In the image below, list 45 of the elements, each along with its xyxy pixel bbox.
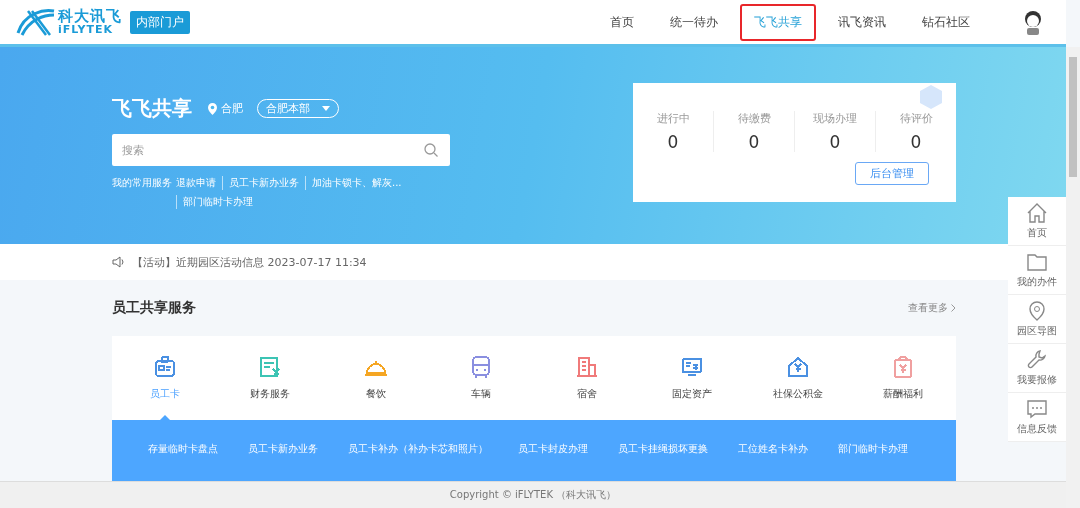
city-label: 合肥 [221, 101, 243, 116]
location-pin-icon [208, 102, 217, 115]
stat-label: 现场办理 [813, 111, 857, 126]
logo-text: iFLYTEK [58, 24, 114, 35]
nav-tab[interactable]: 钻石社区 [908, 3, 984, 41]
stat-value: 0 [829, 132, 841, 152]
home-icon [1026, 202, 1048, 224]
scrollbar-thumb[interactable] [1069, 57, 1077, 177]
notice-text[interactable]: 【活动】近期园区活动信息 2023-07-17 11:34 [132, 254, 367, 270]
section-title: 员工共享服务 [112, 299, 196, 317]
chevron-icon [951, 304, 956, 312]
stat-value: 0 [667, 132, 679, 152]
category-tab[interactable]: 薪酬福利 [850, 336, 956, 420]
search-icon [424, 143, 438, 157]
page-title: 飞飞共享 [112, 95, 192, 122]
stat-label: 进行中 [656, 111, 690, 126]
nav-tab[interactable]: 讯飞资讯 [824, 3, 900, 41]
category-tab[interactable]: 宿舍 [534, 336, 640, 420]
portal-badge: 内部门户 [130, 10, 190, 34]
chat-icon [1026, 398, 1048, 420]
folder-icon [1026, 251, 1048, 273]
caret-icon [322, 106, 330, 111]
stat-value: 0 [910, 132, 922, 152]
copyright-text: Copyright © iFLYTEK （科大讯飞） [449, 488, 617, 502]
category-tab[interactable]: 社保公积金 [745, 336, 851, 420]
scrollbar[interactable] [1066, 47, 1080, 508]
logo-text: 科大讯飞 [58, 9, 122, 24]
category-tab[interactable]: 车辆 [428, 336, 534, 420]
stat-label: 待评价 [899, 111, 933, 126]
admin-button[interactable]: 后台管理 [855, 162, 929, 185]
speaker-icon [112, 256, 126, 268]
more-link[interactable]: 查看更多 [908, 301, 956, 315]
location-pin-icon [1026, 300, 1048, 322]
logo-icon [14, 7, 56, 37]
category-tab[interactable]: 固定资产 [639, 336, 745, 420]
stat-value: 0 [748, 132, 760, 152]
category-tab[interactable]: 餐饮 [323, 336, 429, 420]
search-field[interactable]: 搜索 [112, 134, 450, 166]
hexagon-drawing [920, 85, 942, 109]
nav-tab[interactable]: 统一待办 [656, 3, 732, 41]
wrench-icon [1026, 349, 1048, 371]
category-tab[interactable]: 财务服务 [217, 336, 323, 420]
quick-links-label: 我的常用服务 [112, 176, 172, 190]
stat-label: 待缴费 [737, 111, 771, 126]
nav-tab[interactable]: 首页 [596, 3, 648, 41]
